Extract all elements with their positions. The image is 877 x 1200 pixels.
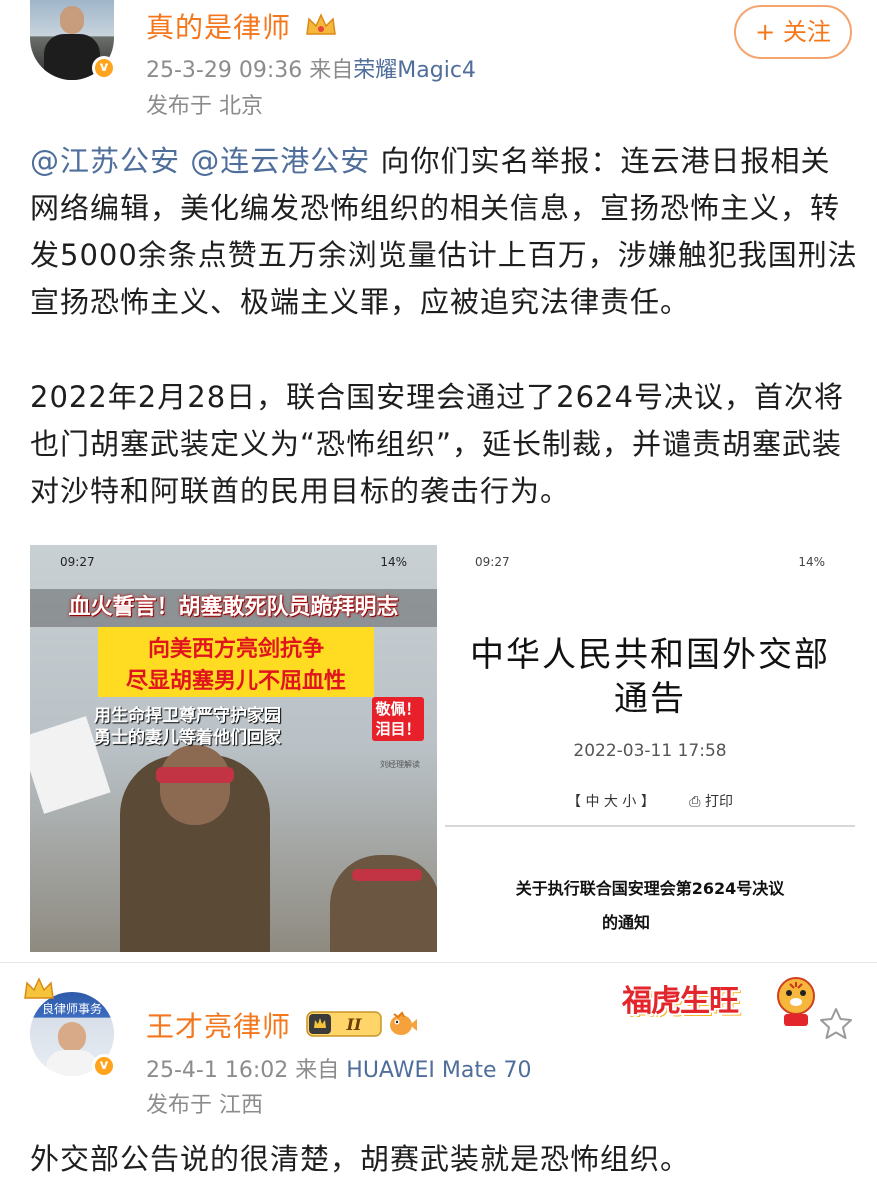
image-figure [330,855,437,952]
avatar-banner: 良律师事务 [41,1002,102,1016]
crown-icon [24,977,54,999]
document-tools: 【 中 大 小 】 ⎙ 打印 [445,791,855,811]
caption-box: 向美西方亮剑抗争 尽显胡塞男儿不屈血性 [98,627,374,697]
status-battery: 14% [798,555,825,569]
post-time: 25-4-1 16:02 [146,1058,289,1083]
post-divider [0,962,877,963]
video-banner: 血火誓言！胡塞敢死队员跪拜明志 [30,589,437,627]
image-figure-head [160,745,230,825]
star-icon[interactable] [818,1006,854,1042]
author-name[interactable]: 真的是律师 [146,6,291,46]
caption-line: 尽显胡塞男儿不屈血性 [125,669,346,694]
mention-link[interactable]: @江苏公安 [30,144,180,178]
status-time: 09:27 [60,555,95,569]
source-prefix: 来自 [309,58,354,83]
source-prefix: 来自 [295,1058,340,1083]
post-header: v 真的是律师 25-3-29 09:36 来自荣耀Magic4 发布于 北京 … [0,0,877,130]
document-title: 通告 [614,679,686,719]
print-label: 打印 [704,794,733,810]
follow-button[interactable]: + 关注 [734,5,852,59]
image-headband [352,869,422,881]
author-name[interactable]: 王才亮律师 [146,1005,291,1045]
source-device[interactable]: 荣耀Magic4 [353,58,476,83]
level-badge-icon: II [306,1011,382,1037]
image-headband [156,767,234,783]
subtitle-line: 勇士的妻儿等着他们回家 [94,728,281,748]
avatar-coat [44,34,100,80]
fish-icon [390,1011,417,1035]
status-time: 09:27 [475,555,510,569]
crown-icon [306,13,336,35]
decoration-sticker: 福虎生旺 [622,972,822,1030]
mention-link[interactable]: @连云港公安 [190,144,370,178]
emotion-tag: 敬佩！泪目！ [372,697,424,741]
tiger-sticker-icon [777,977,815,1026]
status-battery: 14% [380,555,407,569]
sticker-text: 福虎生旺 [622,984,739,1019]
avatar-face [58,1022,86,1052]
document-heading: 关于执行联合国安理会第2624号决议 [515,879,785,898]
document-title: 中华人民共和国外交部 [470,635,830,675]
post-image-video[interactable]: 09:27 14% 血火誓言！胡塞敢死队员跪拜明志 向美西方亮剑抗争 尽显胡塞男… [30,545,437,952]
verified-icon: v [92,56,116,80]
post-meta: 25-4-1 16:02 来自 HUAWEI Mate 70 [146,1052,532,1084]
document-heading: 的通知 [601,913,650,932]
print-icon: ⎙ [689,794,701,810]
post-location: 发布于 北京 [146,94,263,119]
avatar-face [60,6,84,34]
watermark: 刘经理解读 [380,760,420,769]
avatar-shirt [46,1050,98,1076]
post-location: 发布于 江西 [146,1093,263,1118]
source-device[interactable]: HUAWEI Mate 70 [346,1058,531,1083]
post-time: 25-3-29 09:36 [146,58,303,83]
post-image-document[interactable]: 09:27 14% 中华人民共和国外交部 通告 2022-03-11 17:58… [445,545,855,952]
image-figure [120,745,270,952]
level-text: II [346,1015,362,1034]
post-meta: 25-3-29 09:36 来自荣耀Magic4 [146,52,476,84]
divider [445,825,855,827]
post-body-para2: 2022年2月28日，联合国安理会通过了2624号决议，首次将也门胡塞武装定义为… [30,380,844,508]
comment-text: 外交部公告说的很清楚，胡赛武装就是恐怖组织。 [30,1142,691,1176]
verified-icon: v [92,1054,116,1078]
post-body-para1: @江苏公安 @连云港公安 向你们实名举报：连云港日报相关网络编辑，美化编发恐怖组… [30,138,860,326]
caption-line: 向美西方亮剑抗争 [147,637,324,662]
font-size-selector: 【 中 大 小 】 [567,794,655,810]
document-date: 2022-03-11 17:58 [573,741,727,761]
